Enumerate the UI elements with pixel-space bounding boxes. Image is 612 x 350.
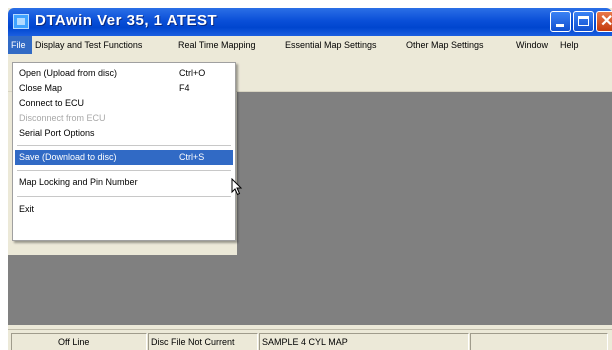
menu-item-label: Open (Upload from disc) bbox=[19, 68, 118, 78]
mdi-workspace[interactable] bbox=[237, 92, 612, 325]
menu-separator bbox=[17, 145, 231, 146]
status-bar: Off Line Disc File Not Current SAMPLE 4 … bbox=[8, 329, 612, 350]
maximize-button[interactable] bbox=[573, 11, 594, 32]
menu-item-shortcut: Ctrl+S bbox=[179, 152, 205, 162]
menu-separator bbox=[17, 170, 231, 171]
maximize-icon bbox=[578, 16, 589, 26]
menu-essential-map-settings[interactable]: Essential Map Settings bbox=[282, 36, 380, 54]
menu-item-save[interactable]: Save (Download to disc) Ctrl+S bbox=[15, 150, 233, 165]
app-icon[interactable] bbox=[13, 14, 29, 29]
mouse-cursor-icon bbox=[231, 178, 243, 196]
menu-item-connect-to-ecu[interactable]: Connect to ECU bbox=[15, 96, 233, 111]
close-icon: ✕ bbox=[600, 13, 612, 30]
menu-bar: File Display and Test Functions Real Tim… bbox=[8, 36, 612, 54]
menu-item-serial-port-options[interactable]: Serial Port Options bbox=[15, 126, 233, 141]
mdi-workspace-lower[interactable] bbox=[8, 255, 237, 325]
window-title: DTAwin Ver 35, 1 ATEST bbox=[35, 12, 218, 29]
menu-item-label: Disconnect from ECU bbox=[19, 113, 106, 123]
menu-item-disconnect-from-ecu: Disconnect from ECU bbox=[15, 111, 233, 126]
status-disc-file: Disc File Not Current bbox=[148, 333, 258, 350]
menu-item-label: Serial Port Options bbox=[19, 128, 95, 138]
menu-real-time-mapping[interactable]: Real Time Mapping bbox=[175, 36, 259, 54]
menu-item-shortcut: F4 bbox=[179, 83, 190, 93]
status-connection: Off Line bbox=[11, 333, 147, 350]
menu-file[interactable]: File bbox=[8, 36, 32, 54]
menu-item-shortcut: Ctrl+O bbox=[179, 68, 206, 78]
menu-item-map-locking[interactable]: Map Locking and Pin Number bbox=[15, 175, 233, 190]
app-window: DTAwin Ver 35, 1 ATEST ✕ File Display an… bbox=[8, 8, 612, 350]
close-button[interactable]: ✕ bbox=[596, 11, 612, 32]
title-bar[interactable]: DTAwin Ver 35, 1 ATEST ✕ bbox=[8, 8, 612, 36]
menu-item-label: Connect to ECU bbox=[19, 98, 85, 108]
menu-window[interactable]: Window bbox=[513, 36, 551, 54]
menu-display-and-test-functions[interactable]: Display and Test Functions bbox=[32, 36, 145, 54]
menu-separator bbox=[17, 196, 231, 197]
menu-item-label: Save (Download to disc) bbox=[19, 152, 117, 162]
menu-item-exit[interactable]: Exit bbox=[15, 202, 233, 217]
status-panel-empty bbox=[470, 333, 608, 350]
menu-item-label: Exit bbox=[19, 204, 35, 214]
file-menu-dropdown: Open (Upload from disc) Ctrl+O Close Map… bbox=[12, 62, 236, 241]
menu-item-open[interactable]: Open (Upload from disc) Ctrl+O bbox=[15, 66, 233, 81]
minimize-icon bbox=[556, 24, 564, 27]
minimize-button[interactable] bbox=[550, 11, 571, 32]
menu-other-map-settings[interactable]: Other Map Settings bbox=[403, 36, 487, 54]
menu-help[interactable]: Help bbox=[557, 36, 582, 54]
menu-item-close-map[interactable]: Close Map F4 bbox=[15, 81, 233, 96]
menu-item-label: Map Locking and Pin Number bbox=[19, 177, 138, 187]
menu-item-label: Close Map bbox=[19, 83, 63, 93]
status-map-name: SAMPLE 4 CYL MAP bbox=[259, 333, 469, 350]
